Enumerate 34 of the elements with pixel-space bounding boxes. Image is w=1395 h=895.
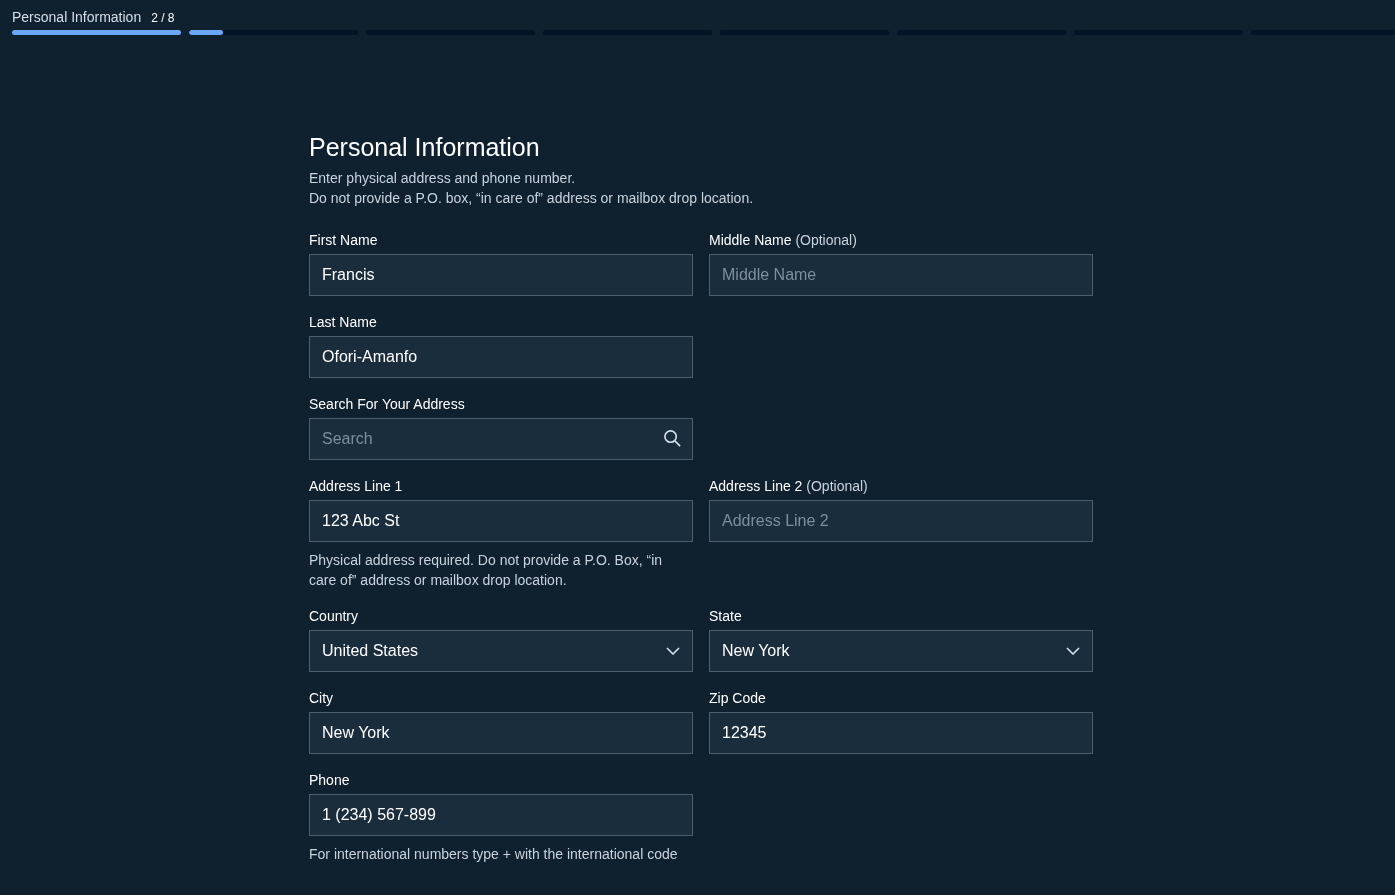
input-field[interactable]: Ofori-Amanfo [309, 336, 693, 378]
input-field[interactable]: Middle Name [709, 254, 1093, 296]
optional-note: (Optional) [806, 478, 868, 494]
field-label: Phone [309, 772, 351, 788]
select-field[interactable]: New York [709, 630, 1093, 672]
field-label: First Name [309, 232, 379, 248]
chevron-down-icon [1066, 647, 1080, 655]
field-label: State [709, 608, 743, 624]
field-label: City [309, 690, 335, 706]
select-field[interactable]: United States [309, 630, 693, 672]
search-icon[interactable] [663, 429, 682, 448]
field-label: Address Line 1 [309, 478, 404, 494]
form-title: Personal Information [309, 133, 541, 162]
input-field[interactable]: 1 (234) 567-899 [309, 794, 693, 836]
field-label: Middle Name [709, 232, 792, 248]
field-label: Last Name [309, 314, 378, 330]
chevron-down-icon [666, 647, 680, 655]
intro-text: Do not provide a P.O. box, “in care of” address or mailbox drop location. [309, 189, 755, 208]
input-field[interactable]: 123 Abc St [309, 500, 693, 542]
field-label: Address Line 2 [709, 478, 803, 494]
step-title: Personal Information [12, 9, 142, 25]
input-field[interactable]: Francis [309, 254, 693, 296]
input-field[interactable]: New York [309, 712, 693, 754]
input-field[interactable]: Address Line 2 [709, 500, 1093, 542]
field-label: Search For Your Address [309, 396, 466, 412]
field-label: Zip Code [709, 690, 767, 706]
field-label: Country [309, 608, 360, 624]
search-field[interactable]: Search [309, 418, 693, 460]
optional-note: (Optional) [795, 232, 857, 248]
field-hint: For international numbers type + with the international code [309, 845, 679, 864]
input-field[interactable]: 12345 [709, 712, 1093, 754]
step-count: 2 / 8 [151, 11, 175, 25]
intro-text: Enter physical address and phone number. [309, 169, 577, 188]
field-hint: Physical address required. Do not provide a P.O. Box, “in care of” address or mailbox drop location. [309, 551, 664, 590]
